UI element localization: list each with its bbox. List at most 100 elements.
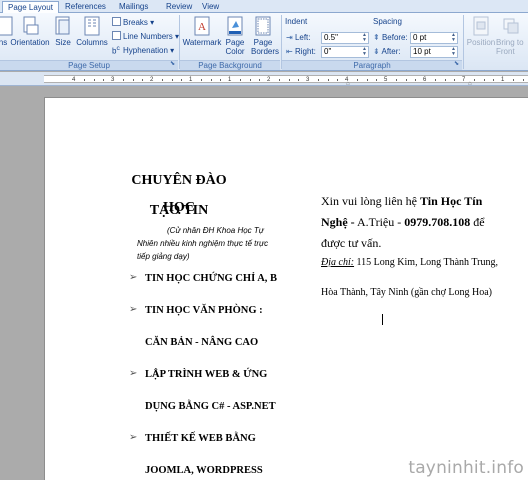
ruler-tick xyxy=(83,79,85,81)
indent-left-label: ⇥ Left: xyxy=(286,33,311,42)
watermark-button[interactable]: A Watermark xyxy=(182,16,222,58)
columns-label: Columns xyxy=(76,38,108,47)
margins-button[interactable]: ns xyxy=(0,16,13,58)
hyphenation-label: Hyphenation xyxy=(123,46,168,55)
ruler-number: 2 xyxy=(267,77,271,83)
indent-left-spinner-icon[interactable]: ▲ ▼ xyxy=(361,33,368,43)
ruler-tick xyxy=(454,79,456,81)
ruler-tick xyxy=(434,79,436,81)
page-setup-group-label: Page Setup xyxy=(0,60,178,70)
bullet-item: TIN HỌC VĂN PHÒNG : xyxy=(145,305,263,316)
ruler-tick xyxy=(473,79,475,81)
spacing-after-label: ⇟ After: xyxy=(373,47,401,56)
ribbon-tab-bar: Page Layout References Mailings Review V… xyxy=(0,0,528,14)
indent-right-input[interactable]: 0" ▲ ▼ xyxy=(321,46,369,58)
indent-right-icon: ⇤ xyxy=(286,47,293,56)
bullet-item: THIẾT KẾ WEB BẰNG xyxy=(145,433,256,444)
doc-subtitle-line3: tiếp giảng dạy) xyxy=(137,252,190,261)
ruler-tick xyxy=(161,79,163,81)
paragraph-launcher-icon[interactable]: ⬊ xyxy=(454,61,461,68)
spacing-after-input[interactable]: 10 pt ▲ ▼ xyxy=(410,46,458,58)
position-label: Position xyxy=(466,38,496,47)
line-numbers-button[interactable]: Line Numbers ▾ xyxy=(112,31,179,42)
ruler-number: 1 xyxy=(189,77,193,83)
columns-button[interactable]: Columns xyxy=(76,16,108,58)
spacing-after-icon: ⇟ xyxy=(373,47,380,56)
orientation-icon xyxy=(23,16,39,35)
breaks-button[interactable]: Breaks ▾ xyxy=(112,17,154,28)
size-button[interactable]: Size xyxy=(52,16,74,58)
hyphenation-icon: bc xyxy=(112,45,120,56)
ruler-tick xyxy=(444,79,446,81)
ruler-number: 3 xyxy=(306,77,310,83)
position-button[interactable]: Position xyxy=(466,16,496,58)
spacing-before-value: 0 pt xyxy=(413,33,427,42)
horizontal-ruler[interactable]: 432112345671 ⌂ ⌂ xyxy=(0,72,528,87)
size-label: Size xyxy=(55,38,71,47)
indent-right-spinner-icon[interactable]: ▲ ▼ xyxy=(361,47,368,57)
ruler-number: 1 xyxy=(228,77,232,83)
page-borders-button[interactable]: Page Borders xyxy=(248,16,279,58)
page-background-group-label: Page Background xyxy=(180,60,280,70)
ruler-number: 5 xyxy=(384,77,388,83)
columns-icon xyxy=(84,16,100,36)
watermark-label: Watermark xyxy=(182,38,222,47)
ruler-tick xyxy=(278,79,280,81)
spacing-before-label: ⇞ Before: xyxy=(373,33,408,42)
breaks-label: Breaks xyxy=(123,18,148,27)
ruler-tick xyxy=(327,79,329,81)
indent-left-icon: ⇥ xyxy=(286,33,293,42)
tab-references[interactable]: References xyxy=(60,1,111,13)
margins-label: ns xyxy=(0,38,8,47)
spacing-before-spinner-icon[interactable]: ▲ ▼ xyxy=(450,33,457,43)
ruler-tick xyxy=(288,79,290,81)
ruler-tick xyxy=(405,79,407,81)
position-icon xyxy=(473,16,489,36)
page-setup-launcher-icon[interactable]: ⬊ xyxy=(170,61,177,68)
ruler-tick xyxy=(376,79,378,81)
paragraph-group-label: Paragraph xyxy=(282,60,462,70)
orientation-button[interactable]: Orientation xyxy=(10,16,50,58)
ruler-number: 7 xyxy=(462,77,466,83)
ruler-number: 3 xyxy=(111,77,115,83)
line-numbers-label: Line Numbers xyxy=(123,32,173,41)
line-numbers-icon xyxy=(112,31,121,40)
spacing-before-icon: ⇞ xyxy=(373,33,380,42)
indent-right-value: 0" xyxy=(324,47,332,56)
bring-to-front-icon xyxy=(503,18,519,34)
tab-mailings[interactable]: Mailings xyxy=(114,1,153,13)
spacing-after-spinner-icon[interactable]: ▲ ▼ xyxy=(450,47,457,57)
tab-view[interactable]: View xyxy=(197,1,224,13)
ruler-number: 4 xyxy=(72,77,76,83)
ruler-tick xyxy=(415,79,417,81)
text-cursor xyxy=(382,314,383,325)
contact-line3: được tư vấn. xyxy=(321,236,382,250)
svg-text:A: A xyxy=(198,21,206,33)
watermark-icon: A xyxy=(194,16,210,36)
document-page[interactable]: CHUYÊN ĐÀO TẠO TIN HỌC (Cử nhân ĐH Khoa … xyxy=(44,97,528,480)
spacing-before-input[interactable]: 0 pt ▲ ▼ xyxy=(410,32,458,44)
address-line1: Địa chỉ: 115 Long Kim, Long Thành Trung, xyxy=(321,257,498,268)
bring-to-front-button[interactable]: Bring to Front xyxy=(496,16,528,58)
ruler-tick xyxy=(366,79,368,81)
indent-left-input[interactable]: 0.5" ▲ ▼ xyxy=(321,32,369,44)
site-watermark: tayninhit.info xyxy=(408,458,524,478)
page-color-button[interactable]: Page Color xyxy=(224,16,246,58)
doc-title-line2: HỌC xyxy=(163,200,195,215)
hyphenation-button[interactable]: bc Hyphenation ▾ xyxy=(112,45,174,56)
size-icon xyxy=(55,16,70,35)
tab-review[interactable]: Review xyxy=(161,1,197,13)
doc-subtitle-line2: Nhiên nhiều kinh nghiệm thực tế trực xyxy=(137,239,269,248)
breaks-icon xyxy=(112,17,121,26)
ruler-tick xyxy=(337,79,339,81)
indent-title: Indent xyxy=(285,17,308,26)
address-line2: Hòa Thành, Tây Ninh (gần chợ Long Hoa) xyxy=(321,287,492,298)
spacing-title: Spacing xyxy=(373,17,402,26)
ribbon: ns Orientation Size Columns Breaks ▾ Lin… xyxy=(0,13,528,71)
group-divider xyxy=(463,15,464,69)
ruler-tick xyxy=(122,79,124,81)
ruler-tick xyxy=(132,79,134,81)
ruler-tick xyxy=(298,79,300,81)
page-color-label: Page Color xyxy=(225,38,245,56)
bullet-arrow-icon: ➢ xyxy=(129,368,138,379)
